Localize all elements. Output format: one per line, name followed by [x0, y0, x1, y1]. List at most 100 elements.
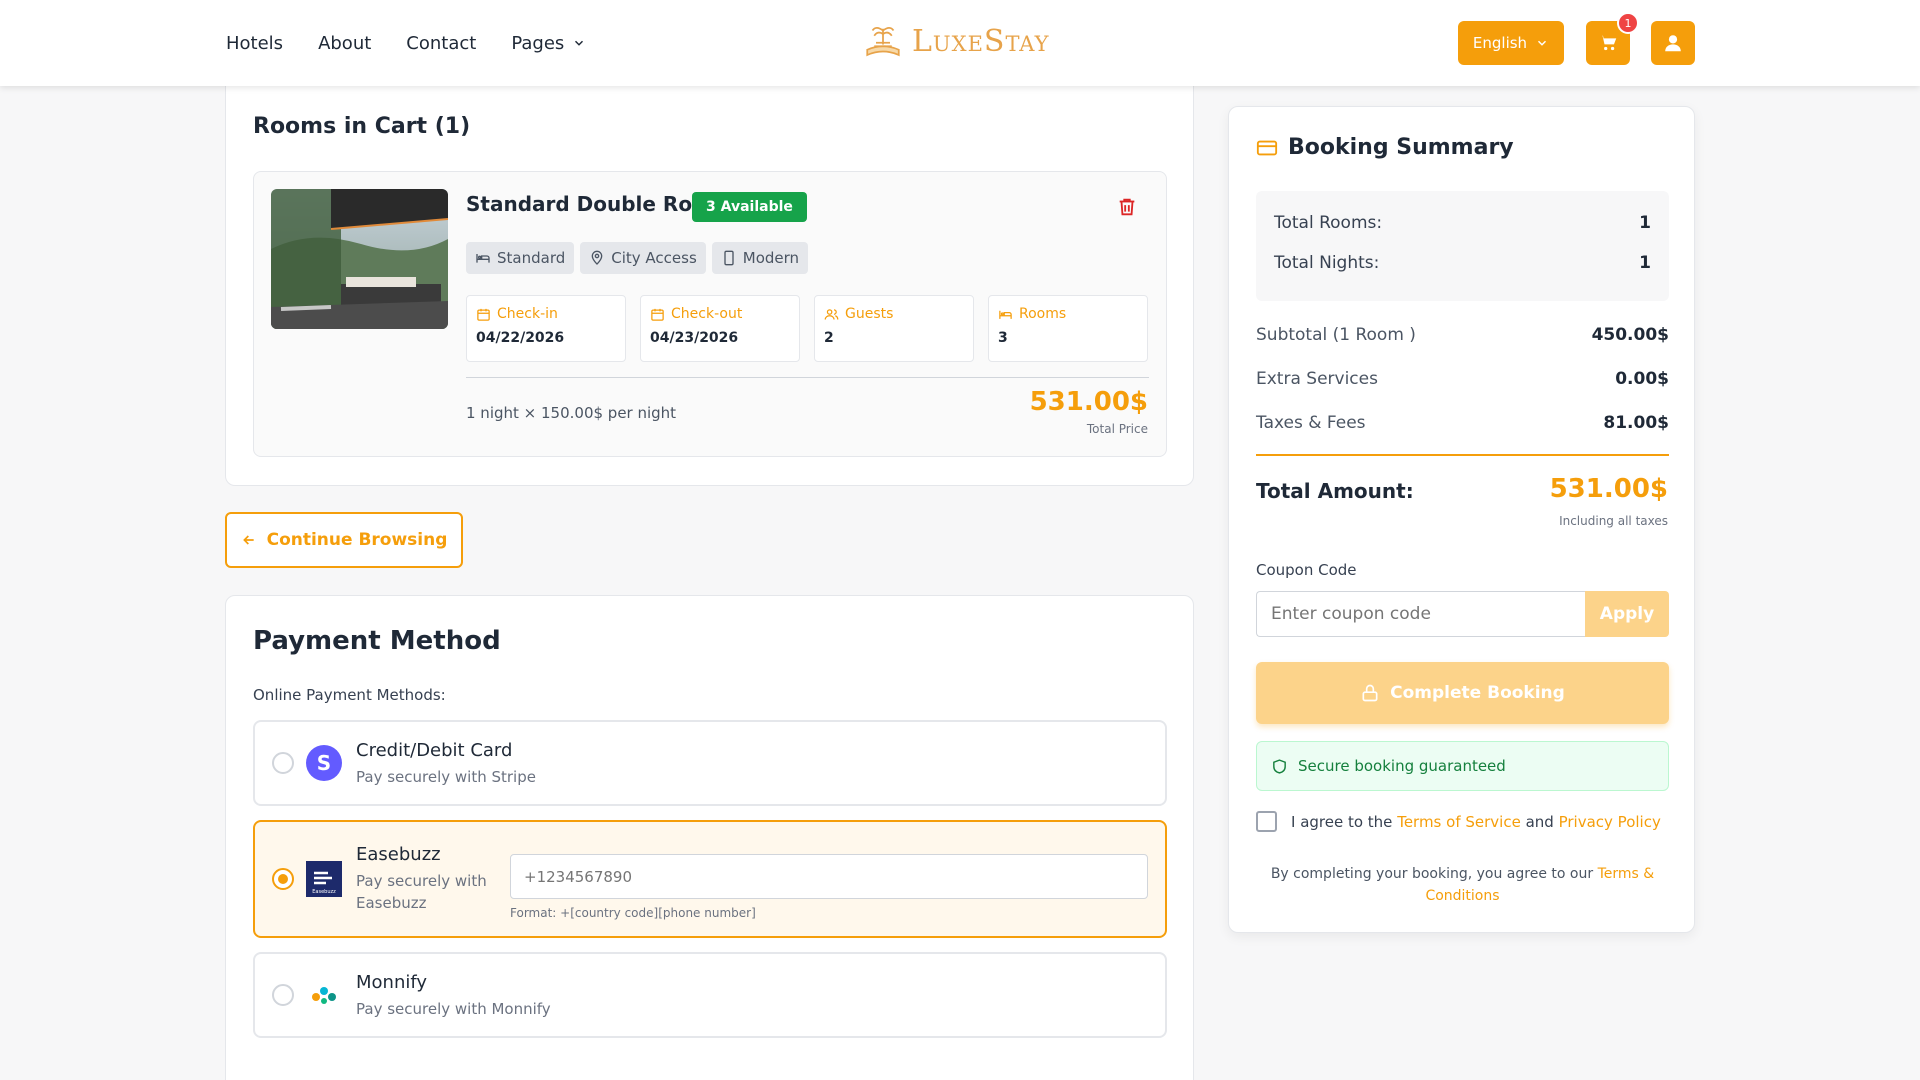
svg-text:S: S [317, 751, 331, 775]
arrow-left-icon [242, 535, 254, 545]
credit-card-icon [1256, 140, 1278, 155]
payment-title: Payment Method [253, 626, 501, 656]
taxes-value: 81.00$ [1603, 413, 1669, 433]
calendar-icon [477, 308, 490, 321]
continue-browsing-label: Continue Browsing [266, 530, 448, 550]
stripe-logo-icon: S [306, 745, 342, 781]
agree-prefix: I agree to the [1291, 812, 1393, 831]
nav-pages-dropdown[interactable]: Pages [511, 33, 586, 54]
check-in-label-row: Check-in [476, 306, 616, 322]
calendar-icon [651, 308, 664, 321]
coupon-input[interactable] [1256, 591, 1585, 637]
tag-label: Standard [497, 249, 566, 267]
check-in-detail: Check-in 04/22/2026 [466, 295, 626, 362]
guests-value: 2 [824, 330, 834, 346]
payment-radio-monnify[interactable] [272, 984, 294, 1006]
terms-agreement: I agree to the Terms of Service and Priv… [1256, 811, 1661, 832]
svg-text:Easebuzz: Easebuzz [312, 889, 336, 895]
guests-detail: Guests 2 [814, 295, 974, 362]
cart-room-item: Standard Double Room 3 Available Standar… [253, 171, 1167, 457]
logo-book-icon [866, 27, 900, 57]
apply-coupon-button[interactable]: Apply [1585, 591, 1669, 637]
complete-booking-label: Complete Booking [1390, 683, 1565, 703]
monnify-logo-icon [312, 987, 336, 1004]
room-photo [271, 189, 448, 329]
check-in-label: Check-in [497, 306, 558, 322]
total-rooms-value: 1 [1639, 213, 1651, 233]
main-nav: Hotels About Contact Pages [226, 0, 586, 86]
guests-label-row: Guests [824, 306, 964, 322]
agree-text: I agree to the Terms of Service and Priv… [1291, 813, 1661, 831]
payment-option-easebuzz[interactable]: Easebuzz Easebuzz Pay securely with Ease… [253, 820, 1167, 938]
payment-radio-easebuzz[interactable] [272, 868, 294, 890]
complete-booking-button[interactable]: Complete Booking [1256, 662, 1669, 724]
total-rooms-row: Total Rooms: 1 [1274, 213, 1651, 233]
check-out-label-row: Check-out [650, 306, 790, 322]
payment-option-name: Monnify [356, 972, 428, 993]
tag-standard: Standard [466, 242, 575, 274]
subtotal-label: Subtotal (1 Room ) [1256, 325, 1416, 345]
payment-option-desc: Pay securely with Monnify [356, 1000, 551, 1018]
cart-section: Rooms in Cart (1) Standard Double Room 3… [225, 86, 1194, 486]
total-amount-value: 531.00$ [1549, 474, 1668, 504]
total-nights-row: Total Nights: 1 [1274, 253, 1651, 273]
tag-label: City Access [611, 249, 697, 267]
subtotal-row: Subtotal (1 Room ) 450.00$ [1256, 325, 1669, 345]
check-out-value: 04/23/2026 [650, 330, 739, 346]
payment-method-section: Payment Method Online Payment Methods: S… [225, 595, 1194, 1080]
agree-terms-checkbox[interactable] [1256, 811, 1277, 832]
payment-option-card[interactable]: S Credit/Debit Card Pay securely with St… [253, 720, 1167, 806]
chevron-down-icon [1538, 40, 1547, 46]
chevron-down-icon [575, 40, 584, 46]
check-out-label: Check-out [671, 306, 743, 322]
coupon-label: Coupon Code [1256, 561, 1357, 579]
divider [1256, 454, 1669, 456]
taxes-label: Taxes & Fees [1256, 413, 1366, 433]
cart-count-badge: 1 [1617, 12, 1639, 34]
terms-of-service-link[interactable]: Terms of Service [1397, 813, 1521, 831]
tag-label: Modern [742, 249, 800, 267]
nav-about[interactable]: About [318, 33, 371, 54]
total-amount-note: Including all taxes [1559, 514, 1668, 528]
total-amount-label: Total Amount: [1256, 479, 1414, 503]
check-out-detail: Check-out 04/23/2026 [640, 295, 800, 362]
map-pin-icon [591, 250, 603, 265]
guests-label: Guests [845, 306, 894, 322]
payment-option-monnify[interactable]: Monnify Pay securely with Monnify [253, 952, 1167, 1038]
extra-services-row: Extra Services 0.00$ [1256, 369, 1669, 389]
booking-summary-panel: Booking Summary Total Rooms: 1 Total Nig… [1228, 106, 1695, 933]
nav-hotels[interactable]: Hotels [226, 33, 283, 54]
delete-room-icon[interactable] [1116, 196, 1138, 218]
language-selector[interactable]: English [1458, 21, 1564, 65]
total-rooms-label: Total Rooms: [1274, 213, 1383, 233]
lock-icon [1362, 684, 1378, 702]
user-icon [1665, 35, 1681, 52]
continue-browsing-button[interactable]: Continue Browsing [225, 512, 463, 568]
logo-text: LuxeStay [912, 23, 1050, 59]
privacy-policy-link[interactable]: Privacy Policy [1559, 813, 1661, 831]
subtotal-value: 450.00$ [1591, 325, 1669, 345]
extra-services-value: 0.00$ [1615, 369, 1669, 389]
payment-option-desc: Pay securely with Stripe [356, 768, 536, 786]
secure-booking-notice: Secure booking guaranteed [1256, 741, 1669, 791]
availability-badge: 3 Available [692, 192, 807, 222]
room-image [271, 189, 448, 329]
total-nights-value: 1 [1639, 253, 1651, 273]
secure-booking-text: Secure booking guaranteed [1298, 757, 1506, 775]
cart-icon [1599, 35, 1617, 51]
payment-option-name: Credit/Debit Card [356, 740, 513, 761]
payment-option-name: Easebuzz [356, 844, 441, 865]
check-in-value: 04/22/2026 [476, 330, 565, 346]
payment-radio-card[interactable] [272, 752, 294, 774]
site-logo[interactable]: LuxeStay [862, 20, 1050, 62]
nav-contact[interactable]: Contact [406, 33, 476, 54]
bed-icon [999, 310, 1012, 319]
rooms-label: Rooms [1019, 306, 1067, 322]
users-icon [824, 308, 839, 320]
tag-city-access: City Access [580, 242, 706, 274]
user-account-button[interactable] [1651, 21, 1695, 65]
rooms-detail: Rooms 3 [988, 295, 1148, 362]
phone-number-input[interactable] [510, 854, 1148, 899]
easebuzz-logo-icon: Easebuzz [306, 861, 342, 897]
rooms-label-row: Rooms [998, 306, 1138, 322]
